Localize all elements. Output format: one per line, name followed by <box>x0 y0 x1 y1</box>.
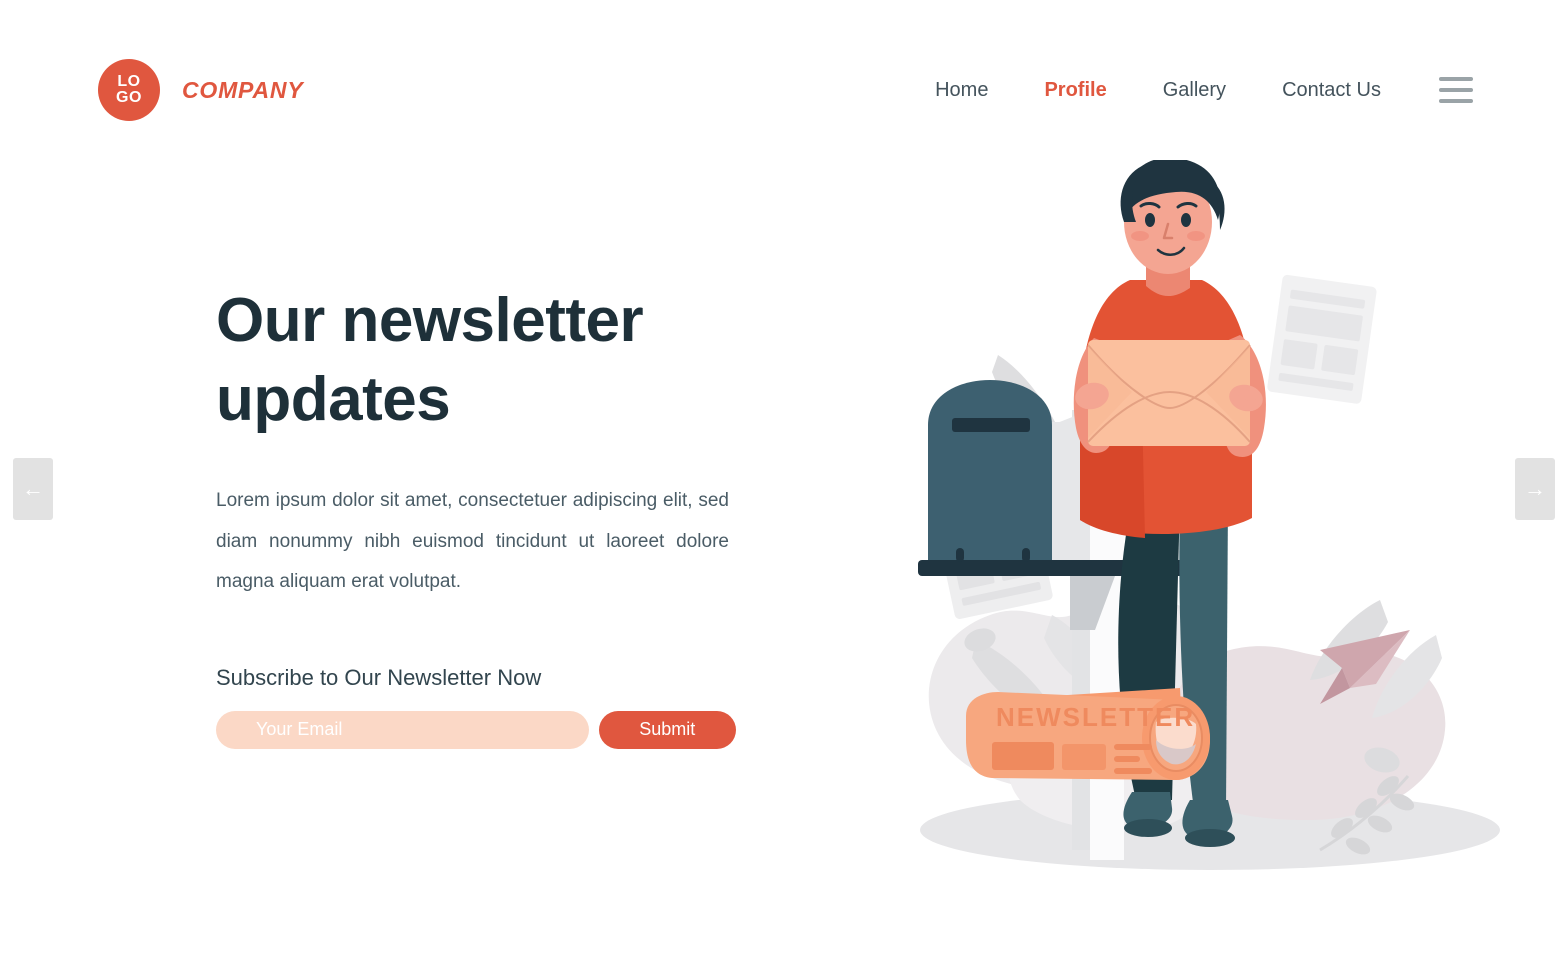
carousel-next-arrow-icon[interactable]: → <box>1515 458 1555 520</box>
landing-page: LO GO COMPANY Home Profile Gallery Conta… <box>0 0 1568 980</box>
newsletter-roll-text: NEWSLETTER <box>996 702 1195 732</box>
email-input[interactable] <box>216 710 589 749</box>
site-header: LO GO COMPANY Home Profile Gallery Conta… <box>0 0 1568 180</box>
newsletter-roll: NEWSLETTER <box>966 688 1210 780</box>
logo-badge-icon: LO GO <box>98 59 160 121</box>
brand-name: COMPANY <box>182 76 304 103</box>
hamburger-bar <box>1439 77 1473 81</box>
hero-description: Lorem ipsum dolor sit amet, consectetuer… <box>216 490 729 593</box>
hamburger-bar <box>1439 99 1473 103</box>
hero-content: Our newsletter updates Lorem ipsum dolor… <box>216 282 736 749</box>
logo-text-line2: GO <box>116 89 142 106</box>
page-title: Our newsletter updates <box>216 286 644 434</box>
subscribe-form: Submit <box>216 710 736 749</box>
brand-logo[interactable]: LO GO COMPANY <box>98 59 303 121</box>
hamburger-icon[interactable] <box>1439 77 1473 103</box>
nav-item-profile[interactable]: Profile <box>1016 73 1134 108</box>
carousel-prev-arrow-icon[interactable]: ← <box>13 458 53 520</box>
hero-illustration: NEWSLETTER <box>880 160 1500 880</box>
nav-item-home[interactable]: Home <box>907 73 1016 108</box>
hamburger-bar <box>1439 88 1473 92</box>
main-navigation: Home Profile Gallery Contact Us <box>907 73 1473 108</box>
nav-item-contact-us[interactable]: Contact Us <box>1254 73 1409 108</box>
logo-text-line1: LO <box>117 73 141 90</box>
submit-button[interactable]: Submit <box>598 710 736 749</box>
subscribe-label: Subscribe to Our Newsletter Now <box>216 664 542 690</box>
nav-item-gallery[interactable]: Gallery <box>1135 73 1254 108</box>
